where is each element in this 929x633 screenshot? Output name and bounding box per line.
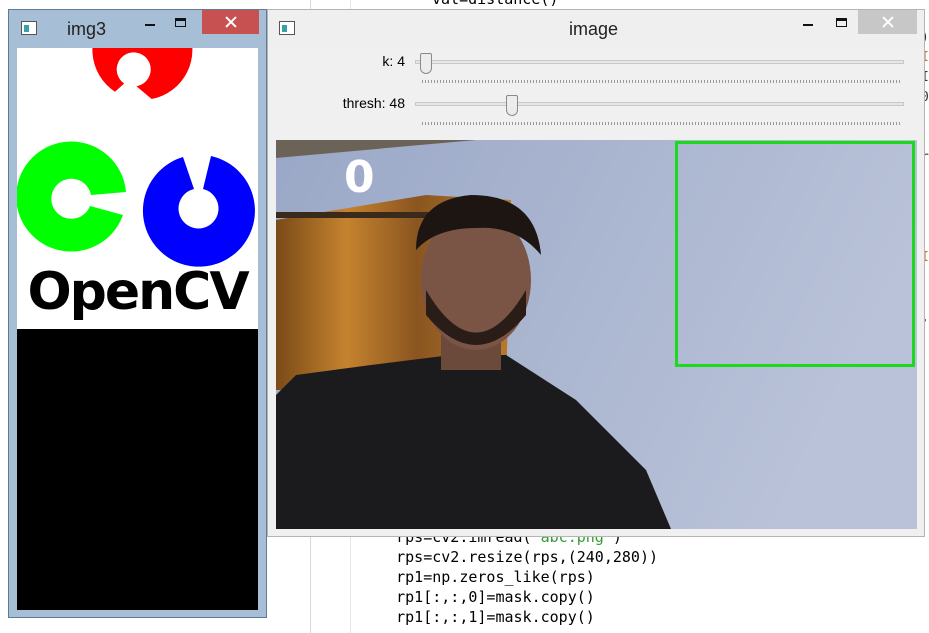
trackbar-k-thumb[interactable] [419,53,432,74]
trackbar-k[interactable]: k: 4 [276,48,917,88]
app-window-icon[interactable] [279,21,295,35]
green-ring [17,141,126,252]
maximize-icon[interactable] [167,10,193,34]
trackbar-k-track[interactable] [415,60,904,64]
trackbar-thresh-ticks [422,122,902,125]
webcam-frame: 0 [276,140,917,529]
image-title: image [569,19,619,39]
trackbar-panel: k: 4 thresh: 48 [276,48,917,140]
code-line-fragment: val=distance() [432,0,558,8]
opencv-logo-text: OpenCV [27,262,249,322]
trackbar-thresh-track[interactable] [415,102,904,106]
opencv-logo: OpenCV [17,48,258,329]
code-line: rp1[:,:,0]=mask.copy() [360,588,595,606]
img3-title: img3 [67,19,107,39]
img3-window[interactable]: img3 OpenCV [8,9,267,618]
img3-title-bar[interactable]: img3 [9,10,266,46]
trackbar-thresh-thumb[interactable] [505,95,518,116]
image-title-bar[interactable]: image [268,10,924,46]
close-icon[interactable] [858,10,917,34]
close-icon[interactable] [202,10,259,34]
maximize-icon[interactable] [828,10,854,34]
img3-canvas: OpenCV [17,48,258,610]
blue-ring [142,156,255,267]
minimize-icon[interactable] [137,10,163,34]
roi-rectangle [675,141,915,367]
minimize-icon[interactable] [795,10,821,34]
trackbar-thresh[interactable]: thresh: 48 [276,90,917,130]
image-window[interactable]: image k: 4 thresh: 48 0 [267,9,925,537]
trackbar-k-ticks [422,80,902,83]
red-ring [92,48,193,99]
trackbar-thresh-label: thresh: 48 [342,95,405,111]
code-line: rp1=np.zeros_like(rps) [360,568,595,586]
trackbar-k-label: k: 4 [382,53,405,69]
code-line: rps=cv2.resize(rps,(240,280)) [360,548,659,566]
finger-count: 0 [344,152,375,203]
app-window-icon[interactable] [21,21,37,35]
code-line: rp1[:,:,1]=mask.copy() [360,608,595,626]
